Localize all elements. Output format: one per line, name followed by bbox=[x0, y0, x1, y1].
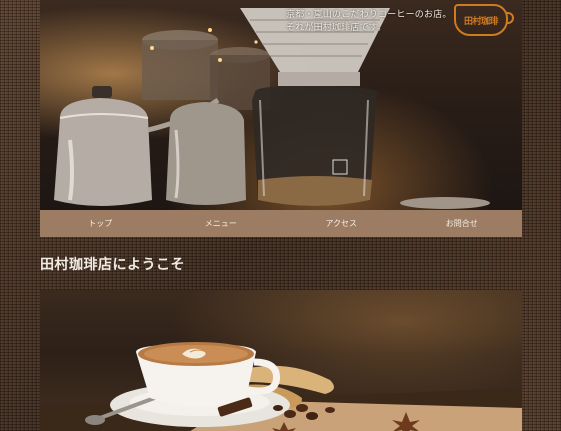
page-container: 京都・嵐山のこだわりコーヒーのお店。 それが田村珈琲店です。 田村珈琲 トップ … bbox=[40, 0, 522, 431]
nav-item-top[interactable]: トップ bbox=[40, 218, 161, 229]
coffee-cup-logo-icon[interactable]: 田村珈琲 bbox=[454, 4, 514, 36]
nav-item-access[interactable]: アクセス bbox=[281, 218, 402, 229]
logo-text: 田村珈琲 bbox=[463, 16, 499, 27]
hero-caption: 京都・嵐山のこだわりコーヒーのお店。 それが田村珈琲店です。 bbox=[286, 9, 452, 35]
nav-item-menu[interactable]: メニュー bbox=[161, 218, 282, 229]
main-nav: トップ メニュー アクセス お問合せ bbox=[40, 210, 522, 237]
hero-image: 京都・嵐山のこだわりコーヒーのお店。 それが田村珈琲店です。 田村珈琲 bbox=[40, 0, 522, 210]
nav-item-contact[interactable]: お問合せ bbox=[402, 218, 523, 229]
page-title: 田村珈琲店にようこそ bbox=[40, 257, 185, 273]
hero-caption-line1: 京都・嵐山のこだわりコーヒーのお店。 bbox=[286, 10, 452, 20]
hero-caption-line2: それが田村珈琲店です。 bbox=[286, 23, 387, 33]
latte-photo bbox=[40, 290, 522, 431]
latte-cup-photo bbox=[40, 342, 522, 431]
